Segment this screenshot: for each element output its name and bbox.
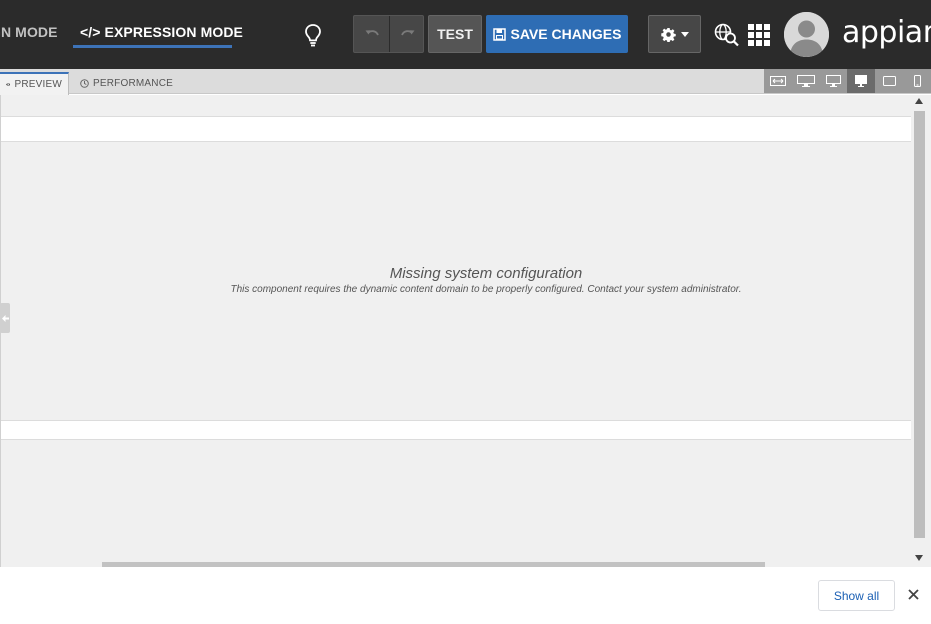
error-message-body: This component requires the dynamic cont… bbox=[230, 284, 742, 295]
phone-button[interactable] bbox=[903, 69, 931, 93]
layout-band bbox=[1, 116, 912, 142]
top-toolbar: IGN MODE </>EXPRESSION MODE TEST SAVE CH… bbox=[0, 0, 931, 69]
eye-icon bbox=[6, 83, 11, 86]
undo-icon bbox=[365, 30, 379, 36]
active-mode-indicator bbox=[73, 45, 232, 48]
code-icon: </> bbox=[80, 24, 101, 40]
phone-icon bbox=[913, 75, 921, 87]
redo-icon bbox=[400, 30, 414, 36]
layout-band bbox=[1, 420, 912, 440]
close-icon bbox=[907, 588, 919, 600]
tab-preview-label: PREVIEW bbox=[14, 79, 62, 90]
device-size-selector bbox=[764, 69, 931, 93]
fit-width-icon bbox=[769, 76, 786, 86]
desktop-icon bbox=[826, 75, 842, 87]
test-button[interactable]: TEST bbox=[428, 15, 482, 53]
error-message-title: Missing system configuration bbox=[389, 265, 583, 282]
desktop-wide-icon bbox=[796, 75, 815, 87]
close-download-bar-button[interactable] bbox=[904, 585, 922, 603]
chevron-down-icon bbox=[680, 31, 689, 37]
preview-tab-strip: PREVIEW PERFORMANCE bbox=[0, 69, 931, 95]
tab-performance[interactable]: PERFORMANCE bbox=[74, 72, 179, 94]
appian-logo[interactable]: appian bbox=[842, 15, 931, 50]
arrow-left-icon bbox=[1, 314, 9, 322]
scroll-up-arrow-icon[interactable] bbox=[915, 98, 923, 104]
design-mode-tab[interactable]: IGN MODE bbox=[0, 24, 58, 40]
user-avatar[interactable] bbox=[784, 12, 829, 57]
expression-mode-tab[interactable]: </> EXPRESSION MODE bbox=[80, 24, 243, 40]
undo-button[interactable] bbox=[354, 16, 389, 52]
expression-mode-label: EXPRESSION MODE bbox=[104, 24, 243, 40]
vertical-scroll-thumb[interactable] bbox=[914, 111, 925, 538]
app-grid-icon[interactable] bbox=[748, 24, 770, 46]
save-changes-label: SAVE CHANGES bbox=[510, 26, 622, 42]
save-icon bbox=[492, 27, 506, 41]
desktop-small-icon bbox=[855, 75, 868, 87]
desktop-wide-button[interactable] bbox=[792, 69, 820, 93]
tab-performance-label: PERFORMANCE bbox=[93, 77, 173, 89]
user-avatar-icon bbox=[784, 12, 829, 57]
tab-preview[interactable]: PREVIEW bbox=[0, 72, 69, 95]
desktop-small-button[interactable] bbox=[847, 69, 876, 93]
vertical-scrollbar[interactable] bbox=[911, 95, 931, 567]
redo-button[interactable] bbox=[390, 16, 425, 52]
gear-icon bbox=[660, 27, 676, 42]
download-bar: Show all bbox=[0, 567, 931, 624]
undo-redo-group bbox=[353, 15, 424, 53]
save-changes-button[interactable]: SAVE CHANGES bbox=[486, 15, 628, 53]
fit-width-button[interactable] bbox=[764, 69, 792, 93]
lightbulb-icon[interactable] bbox=[302, 22, 324, 48]
scroll-down-arrow-icon[interactable] bbox=[915, 555, 923, 561]
preview-canvas: Missing system configuration This compon… bbox=[0, 95, 912, 567]
desktop-button[interactable] bbox=[820, 69, 848, 93]
show-all-button[interactable]: Show all bbox=[818, 580, 895, 611]
clock-icon bbox=[80, 78, 89, 88]
tablet-button[interactable] bbox=[875, 69, 903, 93]
tablet-icon bbox=[882, 76, 896, 86]
settings-menu-button[interactable] bbox=[648, 15, 701, 53]
globe-search-icon[interactable] bbox=[714, 23, 740, 47]
collapse-left-handle[interactable] bbox=[0, 303, 10, 333]
